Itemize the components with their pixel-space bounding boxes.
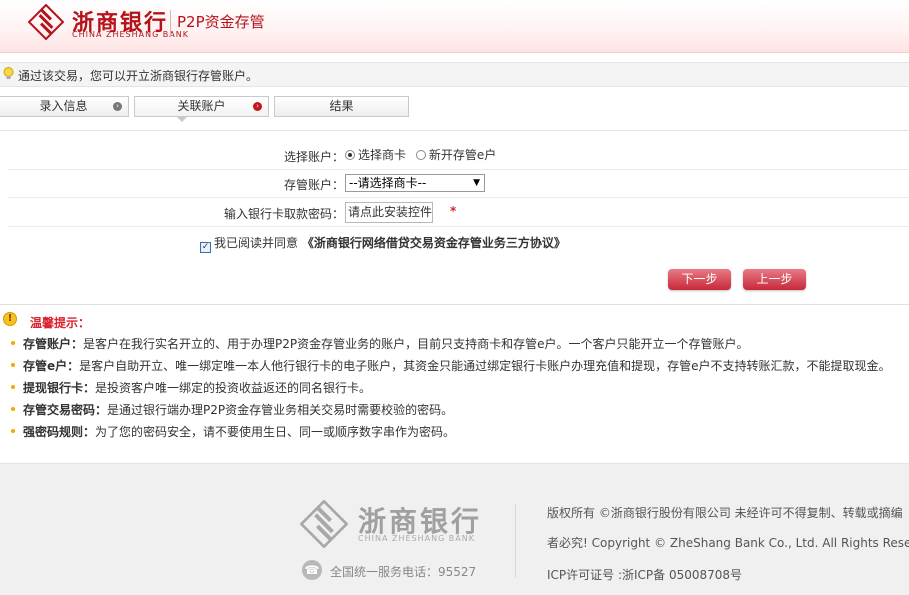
password-input[interactable]: 请点此安装控件 xyxy=(345,202,433,223)
tips-title: 温馨提示： xyxy=(30,316,91,330)
tip-text: 是客户在我行实名开立的、用于办理P2P资金存管业务的账户，目前只支持商卡和存管e… xyxy=(83,337,749,351)
active-step-indicator xyxy=(177,117,187,122)
divider xyxy=(0,304,909,305)
tip-text: 是投资客户唯一绑定的投资收益返还的同名银行卡。 xyxy=(95,381,372,395)
radio-merchant-card[interactable]: 选择商卡 xyxy=(345,148,406,162)
notice-text: 通过该交易，您可以开立浙商银行存管账户。 xyxy=(18,69,259,83)
bullet-icon xyxy=(11,385,15,389)
account-type-label: 选择账户： xyxy=(283,150,344,164)
agreement-row: ✓ 我已阅读并同意 《浙商银行网络借贷交易资金存管业务三方协议》 xyxy=(8,227,909,255)
radio-label: 新开存管e户 xyxy=(428,148,497,162)
chevron-right-icon: › xyxy=(253,102,262,111)
custody-account-select[interactable]: --请选择商卡-- ▼ xyxy=(345,174,485,192)
tip-text: 是通过银行端办理P2P资金存管业务相关交易时需要校验的密码。 xyxy=(107,403,454,417)
password-label: 输入银行卡取款密码： xyxy=(223,207,344,221)
tip-term: 存管e户： xyxy=(23,359,80,373)
bank-logo-icon xyxy=(28,4,64,40)
tip-item: 存管e户：是客户自助开立、唯一绑定唯一本人他行银行卡的电子账户，其资金只能通过绑… xyxy=(11,357,891,374)
bank-name-en: CHINA ZHESHANG BANK xyxy=(72,30,189,39)
product-title: P2P资金存管 xyxy=(177,13,265,31)
copyright-line-1: 版权所有 ©浙商银行股份有限公司 未经许可不得复制、转载或摘编 xyxy=(547,506,903,520)
custody-account-label: 存管账户： xyxy=(283,178,344,192)
account-type-row: 选择账户： 选择商卡 新开存管e户 xyxy=(8,141,909,170)
custody-account-row: 存管账户： --请选择商卡-- ▼ xyxy=(8,169,909,198)
tip-term: 存管交易密码： xyxy=(23,403,108,417)
tip-item: 提现银行卡：是投资客户唯一绑定的投资收益返还的同名银行卡。 xyxy=(11,379,371,396)
agreement-link[interactable]: 《浙商银行网络借贷交易资金存管业务三方协议》 xyxy=(302,236,566,250)
next-button[interactable]: 下一步 xyxy=(668,269,731,290)
tip-text: 是客户自助开立、唯一绑定唯一本人他行银行卡的电子账户，其资金只能通过绑定银行卡账… xyxy=(79,359,891,373)
tip-item: 存管账户：是客户在我行实名开立的、用于办理P2P资金存管业务的账户，目前只支持商… xyxy=(11,335,749,352)
radio-button[interactable] xyxy=(345,150,355,160)
step-enter-info[interactable]: 录入信息 › xyxy=(0,96,129,117)
radio-new-account[interactable]: 新开存管e户 xyxy=(415,148,497,162)
password-row: 输入银行卡取款密码： 请点此安装控件 * xyxy=(8,198,909,227)
copyright-line-2: 者必究! Copyright © ZheShang Bank Co., Ltd.… xyxy=(547,536,909,550)
tip-term: 提现银行卡： xyxy=(23,381,96,395)
tip-text: 为了您的密码安全，请不要使用生日、同一或顺序数字串作为密码。 xyxy=(95,425,456,439)
bank-logo-icon xyxy=(300,500,348,548)
agreement: ✓ 我已阅读并同意 《浙商银行网络借贷交易资金存管业务三方协议》 xyxy=(200,234,566,253)
bullet-icon xyxy=(11,363,15,367)
step-label: 关联账户 xyxy=(177,99,226,113)
header-divider xyxy=(170,10,171,36)
dropdown-arrow-icon: ▼ xyxy=(473,178,480,188)
step-label: 录入信息 xyxy=(39,99,88,113)
chevron-right-icon: › xyxy=(113,102,122,111)
select-value: --请选择商卡-- xyxy=(349,176,427,190)
tip-item: 存管交易密码：是通过银行端办理P2P资金存管业务相关交易时需要校验的密码。 xyxy=(11,401,453,418)
step-navigation: 录入信息 › 关联账户 › 结果 xyxy=(0,96,909,118)
radio-label: 选择商卡 xyxy=(358,148,407,162)
bullet-icon xyxy=(11,341,15,345)
footer-bank-name-en: CHINA ZHESHANG BANK xyxy=(358,534,475,543)
warning-icon: ! xyxy=(3,312,17,326)
notice-bar: 通过该交易，您可以开立浙商银行存管账户。 xyxy=(0,62,909,87)
agree-checkbox[interactable]: ✓ xyxy=(200,242,211,253)
divider xyxy=(0,130,909,131)
agree-prefix: 我已阅读并同意 xyxy=(214,236,299,250)
page-header: 浙商银行 CHINA ZHESHANG BANK P2P资金存管 xyxy=(0,0,909,53)
service-phone: 全国统一服务电话：95527 xyxy=(330,565,477,579)
bullet-icon xyxy=(11,429,15,433)
phone-icon: ☎ xyxy=(302,560,322,580)
tip-item: 强密码规则：为了您的密码安全，请不要使用生日、同一或顺序数字串作为密码。 xyxy=(11,423,455,440)
step-result[interactable]: 结果 xyxy=(274,96,409,117)
step-label: 结果 xyxy=(329,99,354,113)
tip-term: 存管账户： xyxy=(23,337,84,351)
account-type-options: 选择商卡 新开存管e户 xyxy=(345,146,496,163)
footer-divider xyxy=(515,504,516,578)
tip-term: 强密码规则： xyxy=(23,425,96,439)
radio-button[interactable] xyxy=(415,150,426,160)
lightbulb-icon xyxy=(3,67,14,79)
page-footer: 浙商银行 CHINA ZHESHANG BANK ☎ 全国统一服务电话：9552… xyxy=(0,463,909,595)
required-mark: * xyxy=(450,204,457,218)
step-link-account[interactable]: 关联账户 › xyxy=(134,96,269,117)
bullet-icon xyxy=(11,407,15,411)
prev-button[interactable]: 上一步 xyxy=(743,269,806,290)
icp-number: ICP许可证号 :浙ICP备 05008708号 xyxy=(547,568,743,582)
